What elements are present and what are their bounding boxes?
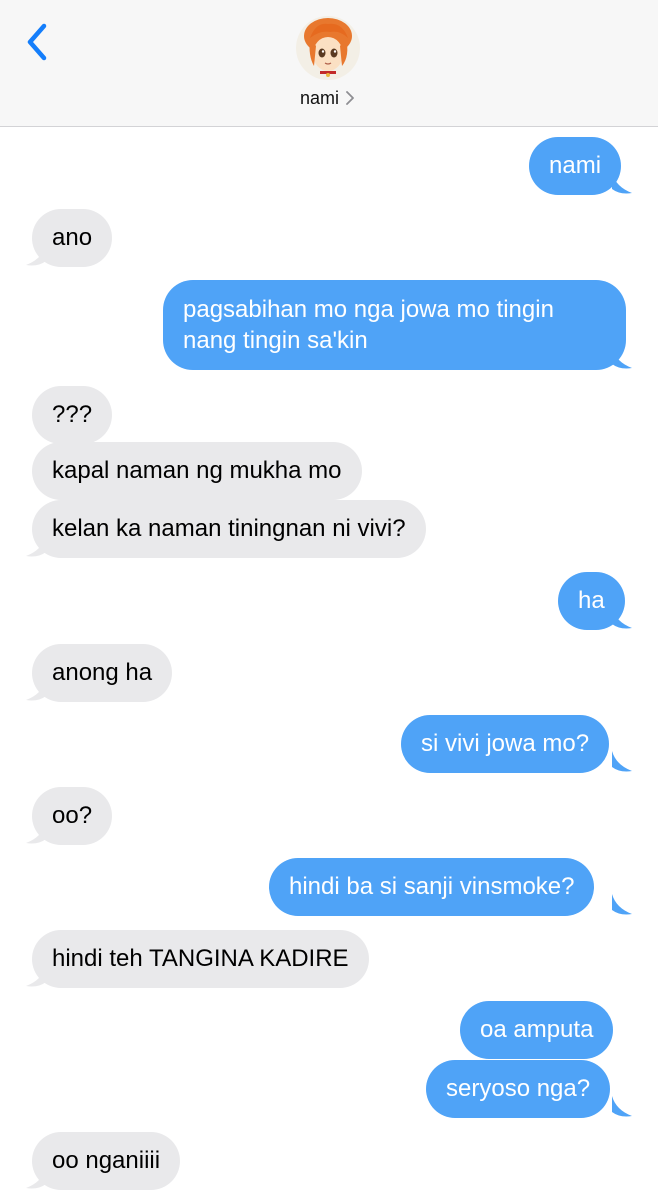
message-bubble-received[interactable]: ??? [32, 386, 113, 444]
bubble-tail [24, 245, 46, 267]
chevron-left-icon [27, 23, 47, 61]
message-bubble-received[interactable]: oo nganiiii [32, 1132, 181, 1190]
message-bubble-sent[interactable]: nami [529, 137, 622, 195]
bubble-tail [612, 1096, 634, 1118]
bubble-tail [612, 348, 634, 370]
message-bubble-received[interactable]: kapal naman ng mukha mo [32, 442, 362, 500]
contact-name: nami [300, 87, 340, 108]
bubble-tail [24, 536, 46, 558]
message-bubble-received[interactable]: kelan ka naman tiningnan ni vivi? [32, 500, 426, 558]
message-bubble-sent[interactable]: oa amputa [460, 1001, 614, 1059]
back-button[interactable] [22, 22, 54, 62]
message-bubble-sent[interactable]: pagsabihan mo nga jowa mo tingin nang ti… [163, 280, 626, 370]
bubble-tail [24, 1168, 46, 1190]
contact-avatar[interactable] [296, 16, 360, 80]
contact-name-button[interactable]: nami [300, 86, 355, 110]
message-bubble-received[interactable]: hindi teh TANGINA KADIRE [32, 930, 369, 988]
bubble-tail [24, 966, 46, 988]
chevron-right-icon [346, 91, 354, 105]
message-bubble-sent[interactable]: seryoso nga? [426, 1060, 611, 1118]
avatar-image [296, 16, 360, 80]
bubble-tail [24, 680, 46, 702]
bubble-tail [24, 823, 46, 845]
message-bubble-sent[interactable]: hindi ba si sanji vinsmoke? [269, 858, 595, 916]
bubble-tail [612, 173, 634, 195]
message-bubble-received[interactable]: anong ha [32, 644, 173, 702]
bubble-tail [612, 894, 634, 916]
bubble-tail [612, 751, 634, 773]
message-bubble-sent[interactable]: si vivi jowa mo? [401, 715, 610, 773]
bubble-tail [612, 608, 634, 630]
conversation-header: nami [0, 0, 658, 127]
